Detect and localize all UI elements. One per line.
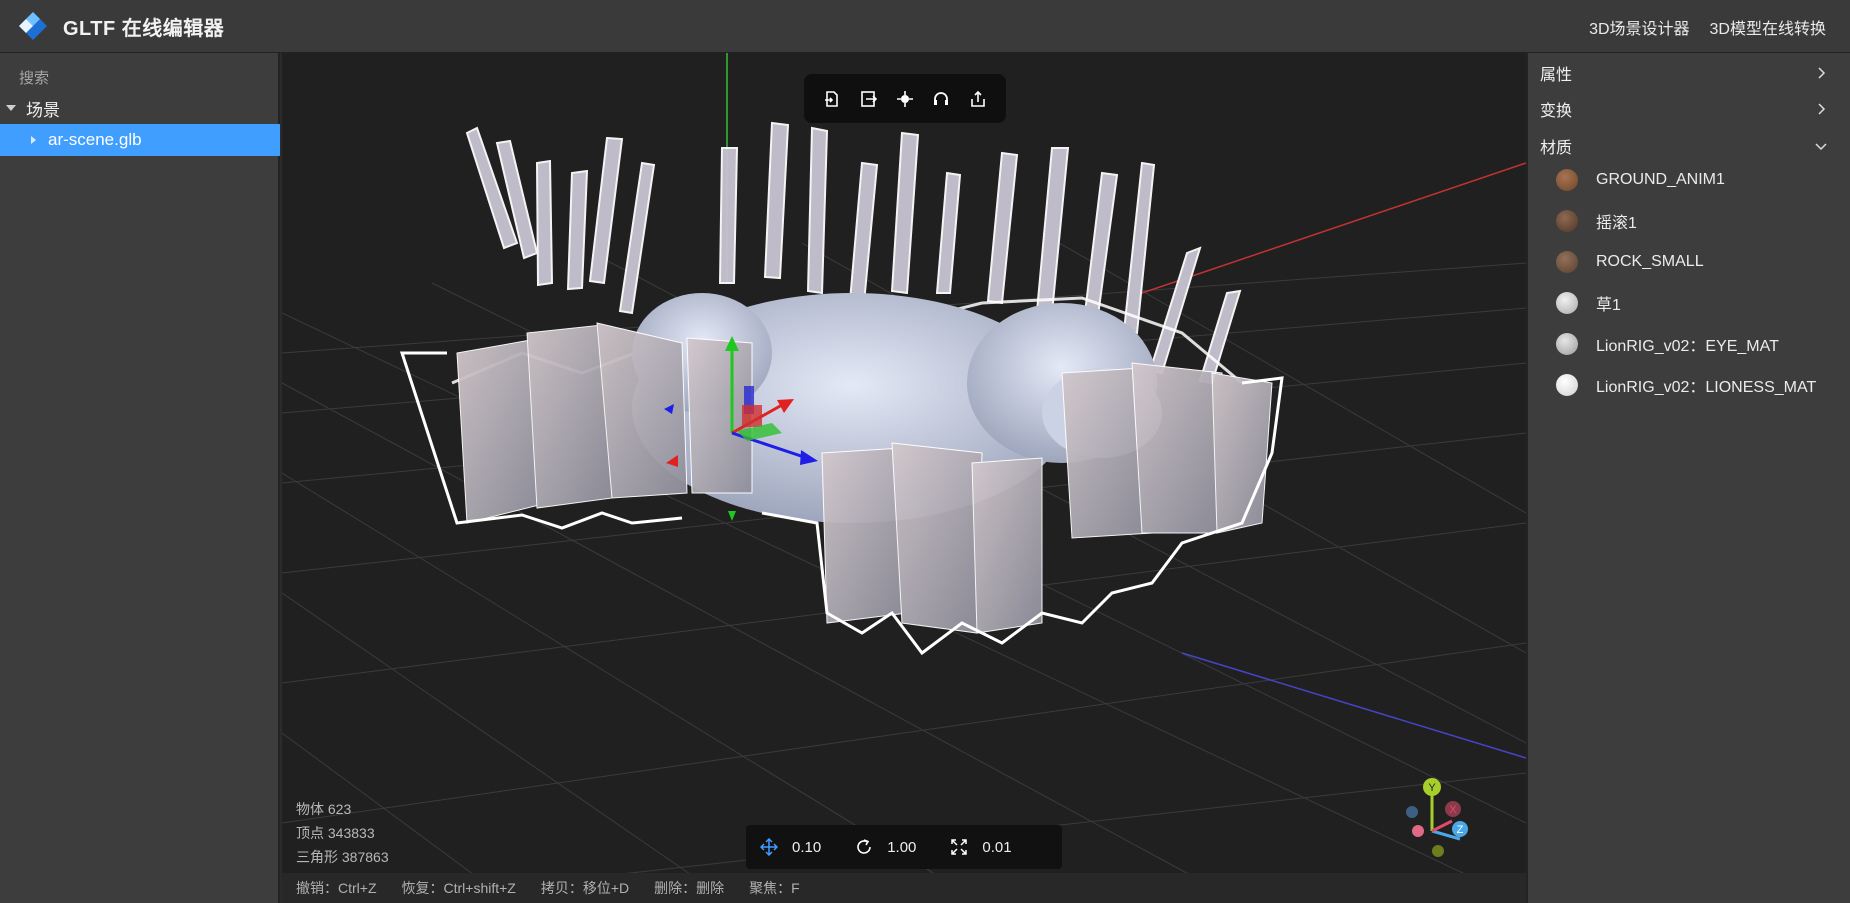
focus-hint: 聚焦：F (749, 880, 800, 896)
headset-icon[interactable] (927, 85, 955, 113)
section-transform[interactable]: 变换 (1528, 93, 1850, 125)
chevron-right-icon[interactable] (1814, 102, 1828, 116)
section-properties-label: 属性 (1540, 67, 1573, 84)
material-swatch-icon (1556, 169, 1578, 191)
logo-icon (16, 9, 50, 43)
material-name: LionRIG_v02：EYE_MAT (1596, 338, 1779, 355)
model-converter-link[interactable]: 3D模型在线转换 (1710, 15, 1826, 39)
x-axis-label: X (1449, 804, 1457, 816)
rotate-icon[interactable] (855, 838, 873, 856)
inspector-panel: 属性 变换 材质 GROUND_ANIM1 摇滚1 ROCK_SMALL 草1 … (1526, 53, 1850, 903)
viewport-toolbar (804, 74, 1006, 123)
caret-right-icon[interactable] (31, 136, 36, 144)
move-icon[interactable] (760, 838, 778, 856)
x-axis-line (1141, 162, 1526, 294)
material-item[interactable]: ROCK_SMALL (1528, 244, 1850, 280)
vertex-count: 顶点 343833 (296, 825, 375, 841)
scale-snap-value[interactable]: 0.01 (982, 839, 1011, 856)
tree-node-scene[interactable]: 场景 (0, 93, 280, 123)
redo-hint: 恢复：Ctrl+shift+Z (401, 880, 516, 896)
rotate-snap-value[interactable]: 1.00 (887, 839, 916, 856)
orientation-gizmo[interactable]: Y X Z (1396, 773, 1496, 873)
material-name: 草1 (1596, 297, 1621, 314)
section-properties[interactable]: 属性 (1528, 57, 1850, 89)
scene-designer-link[interactable]: 3D场景设计器 (1589, 15, 1689, 39)
scale-snap[interactable]: 0.01 (950, 838, 1012, 856)
neg-x-handle[interactable] (1412, 825, 1424, 837)
copy-hint: 拷贝：移位+D (540, 880, 630, 896)
search-input[interactable]: 搜索 (19, 67, 49, 88)
material-swatch-icon (1556, 210, 1578, 232)
z-axis-label: Z (1457, 824, 1464, 836)
app-header: GLTF 在线编辑器 3D场景设计器 3D模型在线转换 (0, 0, 1850, 53)
undo-hint: 撤销：Ctrl+Z (296, 880, 377, 896)
chevron-right-icon[interactable] (1814, 66, 1828, 80)
object-count: 物体 623 (296, 801, 352, 817)
material-item[interactable]: LionRIG_v02：LIONESS_MAT (1528, 367, 1850, 403)
caret-down-icon[interactable] (6, 105, 16, 111)
import-icon[interactable] (818, 85, 846, 113)
material-name: 摇滚1 (1596, 215, 1637, 232)
scene-stats: 物体 623 顶点 343833 三角形 387863 (296, 797, 389, 869)
export-icon[interactable] (855, 85, 883, 113)
material-name: ROCK_SMALL (1596, 253, 1704, 270)
chevron-down-icon[interactable] (1814, 139, 1828, 153)
shortcut-hints: 撤销：Ctrl+Z 恢复：Ctrl+shift+Z 拷贝：移位+D 删除：删除 … (282, 873, 1526, 903)
scene-canvas[interactable] (282, 53, 1526, 903)
y-axis-label: Y (1428, 782, 1436, 794)
material-item[interactable]: 摇滚1 (1528, 203, 1850, 239)
tree-node-label: ar-scene.glb (48, 130, 142, 149)
section-material-label: 材质 (1540, 140, 1573, 157)
scale-icon[interactable] (950, 838, 968, 856)
move-snap[interactable]: 0.10 (760, 838, 821, 856)
scene-tree-panel: 搜索 场景 ar-scene.glb (0, 53, 280, 903)
material-name: GROUND_ANIM1 (1596, 171, 1725, 188)
app-title: GLTF 在线编辑器 (63, 17, 225, 40)
share-icon[interactable] (964, 85, 992, 113)
z-axis-line (1181, 652, 1526, 759)
material-swatch-icon (1556, 292, 1578, 314)
material-item[interactable]: LionRIG_v02：EYE_MAT (1528, 326, 1850, 362)
delete-hint: 删除：删除 (654, 880, 725, 896)
tree-node-model[interactable]: ar-scene.glb (0, 124, 280, 156)
section-transform-label: 变换 (1540, 103, 1573, 120)
material-name: LionRIG_v02：LIONESS_MAT (1596, 379, 1817, 396)
snap-settings-bar: 0.10 1.00 0.01 (746, 825, 1062, 869)
move-snap-value[interactable]: 0.10 (792, 839, 821, 856)
3d-viewport[interactable]: 物体 623 顶点 343833 三角形 387863 0.10 1.00 0.… (282, 53, 1526, 903)
focus-icon[interactable] (891, 85, 919, 113)
neg-z-handle[interactable] (1406, 806, 1418, 818)
tree-node-label: 场景 (26, 100, 60, 120)
neg-y-handle[interactable] (1432, 845, 1444, 857)
section-material[interactable]: 材质 (1528, 130, 1850, 162)
material-swatch-icon (1556, 251, 1578, 273)
material-item[interactable]: GROUND_ANIM1 (1528, 162, 1850, 198)
material-item[interactable]: 草1 (1528, 285, 1850, 321)
material-swatch-icon (1556, 374, 1578, 396)
triangle-count: 三角形 387863 (296, 849, 389, 865)
rotate-snap[interactable]: 1.00 (855, 838, 916, 856)
material-swatch-icon (1556, 333, 1578, 355)
